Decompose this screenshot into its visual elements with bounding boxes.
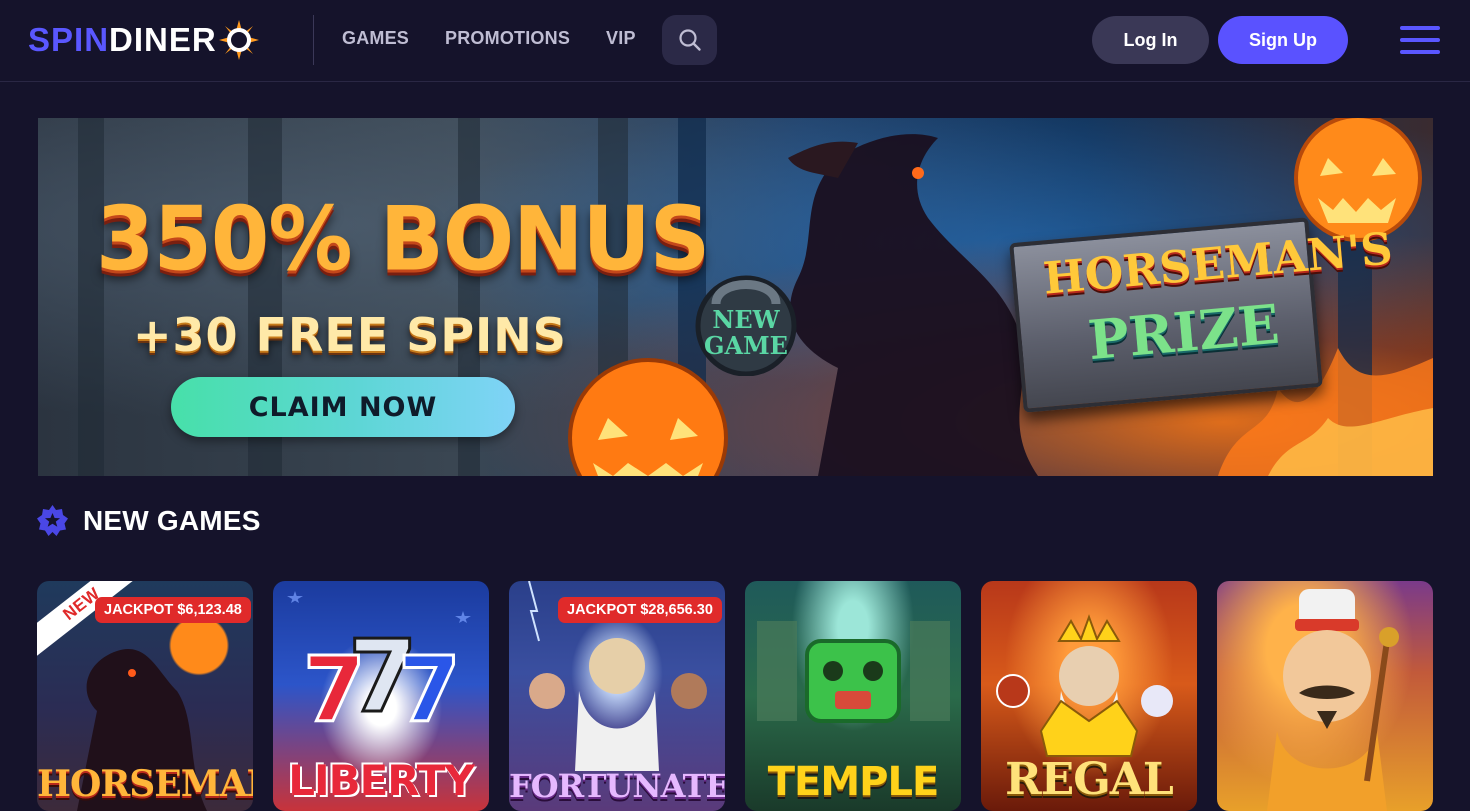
star-badge-icon bbox=[37, 505, 68, 536]
game-tile-temple[interactable]: TEMPLE bbox=[745, 581, 961, 811]
nav-vip[interactable]: VIP bbox=[606, 28, 636, 49]
game-tile-horsemans-prize[interactable]: NEW JACKPOT $6,123.48 HORSEMAN'S bbox=[37, 581, 253, 811]
logo-text-dinero: DINER bbox=[109, 21, 217, 58]
promo-banner[interactable]: HORSEMAN'S PRIZE NEW GAME 350% BONUS +30… bbox=[38, 118, 1433, 476]
section-title: NEW GAMES bbox=[83, 504, 261, 536]
badge-text-new: NEW bbox=[712, 305, 780, 334]
game-title: HORSEMAN'S bbox=[37, 763, 253, 805]
hamburger-menu-icon[interactable] bbox=[1400, 26, 1440, 54]
signup-button[interactable]: Sign Up bbox=[1218, 16, 1348, 64]
jackpot-badge: JACKPOT $28,656.30 bbox=[558, 597, 722, 623]
menu-bar bbox=[1400, 38, 1440, 42]
badge-text-game: GAME bbox=[704, 331, 788, 360]
game-tile-fortunate-zeus[interactable]: JACKPOT $28,656.30 FORTUNATE bbox=[509, 581, 725, 811]
header-divider bbox=[313, 15, 314, 65]
promo-subheadline: +30 FREE SPINS bbox=[133, 308, 567, 362]
menu-bar bbox=[1400, 50, 1440, 54]
sun-o-icon bbox=[218, 20, 259, 60]
svg-text:7: 7 bbox=[398, 638, 461, 743]
spindinero-logo[interactable]: SPIN DINER bbox=[28, 18, 259, 62]
game-tile-liberty[interactable]: 7 7 7 LIBERTY bbox=[273, 581, 489, 811]
game-tile-art bbox=[1267, 589, 1399, 811]
nav-promotions[interactable]: PROMOTIONS bbox=[445, 28, 570, 49]
game-tile-chef[interactable] bbox=[1217, 581, 1433, 811]
claim-now-button[interactable]: CLAIM NOW bbox=[171, 377, 515, 437]
jackpot-badge: JACKPOT $6,123.48 bbox=[95, 597, 251, 623]
promo-headline: 350% BONUS bbox=[96, 187, 710, 291]
game-title: FORTUNATE bbox=[509, 767, 725, 805]
game-tile-regal[interactable]: REGAL bbox=[981, 581, 1197, 811]
main-nav: GAMES PROMOTIONS VIP bbox=[342, 28, 636, 49]
search-icon bbox=[678, 29, 701, 51]
game-title: REGAL bbox=[1005, 754, 1174, 805]
login-button[interactable]: Log In bbox=[1092, 16, 1209, 64]
search-button[interactable] bbox=[662, 15, 717, 65]
new-games-heading: NEW GAMES bbox=[36, 504, 261, 537]
site-header: SPIN DINER GAMES PROMOTIONS VIP Log In S… bbox=[0, 0, 1470, 82]
menu-bar bbox=[1400, 26, 1440, 30]
new-games-row: NEW JACKPOT $6,123.48 HORSEMAN'S 7 7 7 L… bbox=[37, 581, 1433, 811]
game-title: LIBERTY bbox=[288, 756, 475, 805]
nav-games[interactable]: GAMES bbox=[342, 28, 409, 49]
game-title: TEMPLE bbox=[767, 759, 940, 805]
logo-text-spin: SPIN bbox=[28, 21, 110, 58]
